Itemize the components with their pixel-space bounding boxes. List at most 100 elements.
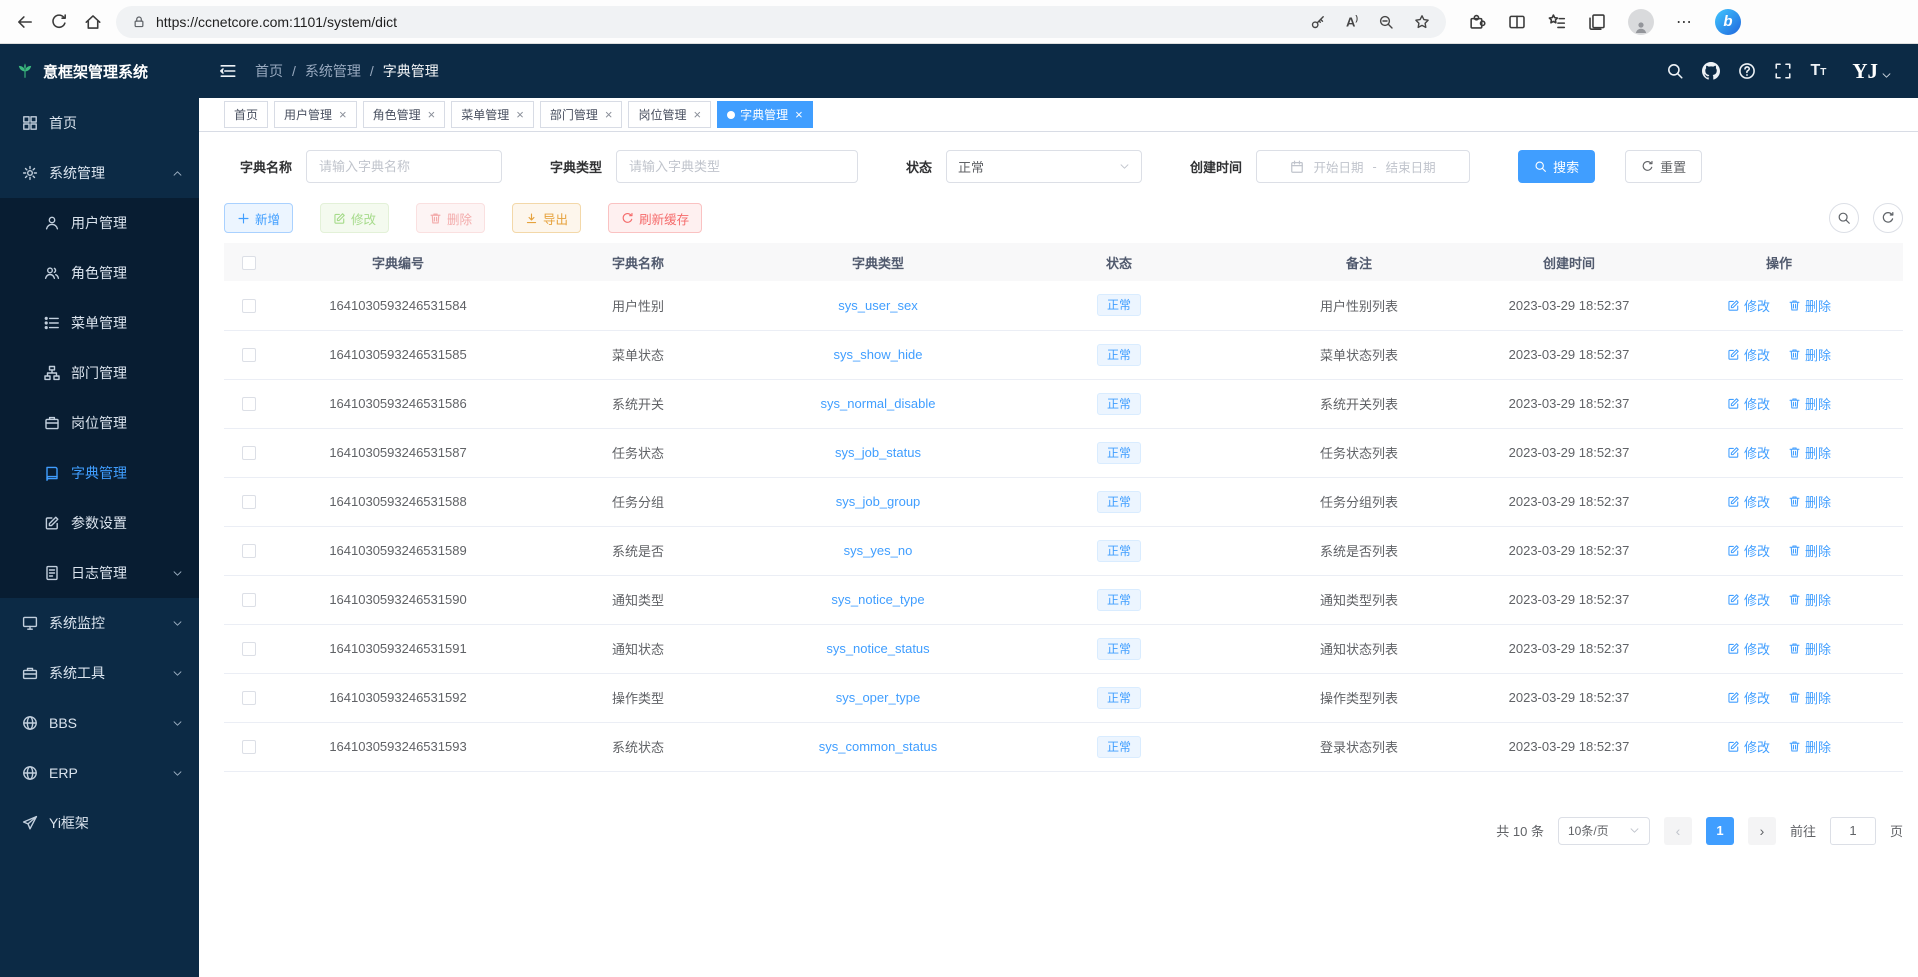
row-edit-button[interactable]: 修改 xyxy=(1727,492,1770,511)
row-edit-button[interactable]: 修改 xyxy=(1727,541,1770,560)
sidebar-item-param-settings[interactable]: 参数设置 xyxy=(0,498,199,548)
tab-menu-mgmt[interactable]: 菜单管理× xyxy=(451,101,534,128)
search-button[interactable]: 搜索 xyxy=(1518,150,1595,183)
status-select[interactable]: 正常 xyxy=(946,150,1142,183)
toggle-search-button[interactable] xyxy=(1829,203,1859,233)
tab-dept-mgmt[interactable]: 部门管理× xyxy=(540,101,623,128)
row-delete-button[interactable]: 删除 xyxy=(1788,296,1831,315)
edit-button[interactable]: 修改 xyxy=(320,203,389,233)
row-delete-button[interactable]: 删除 xyxy=(1788,492,1831,511)
row-checkbox[interactable] xyxy=(242,544,256,558)
home-icon[interactable] xyxy=(76,5,110,39)
goto-page-input[interactable] xyxy=(1830,817,1876,845)
row-delete-button[interactable]: 删除 xyxy=(1788,345,1831,364)
collections-icon[interactable] xyxy=(1588,13,1606,31)
dict-type-input[interactable] xyxy=(616,150,858,183)
add-favorite-icon[interactable] xyxy=(1414,14,1430,30)
help-icon[interactable] xyxy=(1738,62,1756,80)
next-page-button[interactable]: › xyxy=(1748,817,1776,845)
dict-name-input[interactable] xyxy=(306,150,502,183)
sidebar-item-menu-mgmt[interactable]: 菜单管理 xyxy=(0,298,199,348)
close-icon[interactable]: × xyxy=(428,107,436,122)
read-aloud-icon[interactable]: A) xyxy=(1346,14,1358,29)
refresh-cache-button[interactable]: 刷新缓存 xyxy=(608,203,702,233)
github-icon[interactable] xyxy=(1702,62,1720,80)
font-size-icon[interactable]: TT xyxy=(1810,63,1826,79)
close-icon[interactable]: × xyxy=(339,107,347,122)
dict-type-link[interactable]: sys_job_status xyxy=(835,445,921,460)
favorites-bar-icon[interactable] xyxy=(1548,13,1566,31)
fullscreen-icon[interactable] xyxy=(1774,62,1792,80)
row-delete-button[interactable]: 删除 xyxy=(1788,541,1831,560)
row-checkbox[interactable] xyxy=(242,446,256,460)
tab-post-mgmt[interactable]: 岗位管理× xyxy=(628,101,711,128)
user-menu[interactable]: YJ xyxy=(1852,61,1892,82)
sidebar-item-home[interactable]: 首页 xyxy=(0,98,199,148)
row-delete-button[interactable]: 删除 xyxy=(1788,443,1831,462)
close-icon[interactable]: × xyxy=(795,107,803,122)
breadcrumb-home[interactable]: 首页 xyxy=(255,61,283,81)
row-checkbox[interactable] xyxy=(242,642,256,656)
dict-type-link[interactable]: sys_common_status xyxy=(819,739,938,754)
delete-button[interactable]: 删除 xyxy=(416,203,485,233)
row-checkbox[interactable] xyxy=(242,740,256,754)
split-screen-icon[interactable] xyxy=(1508,13,1526,31)
sidebar-item-system-tools[interactable]: 系统工具 xyxy=(0,648,199,698)
sidebar-item-yi-framework[interactable]: Yi框架 xyxy=(0,798,199,848)
dict-type-link[interactable]: sys_oper_type xyxy=(836,690,921,705)
sidebar-item-dept-mgmt[interactable]: 部门管理 xyxy=(0,348,199,398)
sidebar-item-system-monitor[interactable]: 系统监控 xyxy=(0,598,199,648)
sidebar-item-bbs[interactable]: BBS xyxy=(0,698,199,748)
password-key-icon[interactable] xyxy=(1310,14,1326,30)
row-checkbox[interactable] xyxy=(242,691,256,705)
tab-dict-mgmt[interactable]: 字典管理× xyxy=(717,101,813,128)
row-edit-button[interactable]: 修改 xyxy=(1727,443,1770,462)
close-icon[interactable]: × xyxy=(516,107,524,122)
tab-role-mgmt[interactable]: 角色管理× xyxy=(363,101,446,128)
sidebar-toggle-icon[interactable] xyxy=(219,62,237,80)
sidebar-item-system-mgmt[interactable]: 系统管理 xyxy=(0,148,199,198)
row-checkbox[interactable] xyxy=(242,593,256,607)
refresh-icon[interactable] xyxy=(42,5,76,39)
select-all-checkbox[interactable] xyxy=(242,256,256,270)
row-edit-button[interactable]: 修改 xyxy=(1727,590,1770,609)
breadcrumb-system[interactable]: 系统管理 xyxy=(305,61,361,81)
dict-type-link[interactable]: sys_normal_disable xyxy=(821,396,936,411)
back-icon[interactable] xyxy=(8,5,42,39)
row-edit-button[interactable]: 修改 xyxy=(1727,345,1770,364)
close-icon[interactable]: × xyxy=(605,107,613,122)
row-edit-button[interactable]: 修改 xyxy=(1727,688,1770,707)
sidebar-item-post-mgmt[interactable]: 岗位管理 xyxy=(0,398,199,448)
bing-chat-icon[interactable]: b xyxy=(1715,9,1741,35)
dict-type-link[interactable]: sys_yes_no xyxy=(844,543,913,558)
page-1-button[interactable]: 1 xyxy=(1706,817,1734,845)
row-delete-button[interactable]: 删除 xyxy=(1788,688,1831,707)
row-edit-button[interactable]: 修改 xyxy=(1727,394,1770,413)
row-edit-button[interactable]: 修改 xyxy=(1727,639,1770,658)
dict-type-link[interactable]: sys_job_group xyxy=(836,494,921,509)
prev-page-button[interactable]: ‹ xyxy=(1664,817,1692,845)
close-icon[interactable]: × xyxy=(693,107,701,122)
sidebar-item-user-mgmt[interactable]: 用户管理 xyxy=(0,198,199,248)
more-menu-icon[interactable]: ⋯ xyxy=(1676,12,1693,32)
profile-avatar[interactable] xyxy=(1628,9,1654,35)
row-checkbox[interactable] xyxy=(242,495,256,509)
tab-home[interactable]: 首页 xyxy=(224,101,268,128)
search-icon[interactable] xyxy=(1666,62,1684,80)
row-checkbox[interactable] xyxy=(242,397,256,411)
add-button[interactable]: 新增 xyxy=(224,203,293,233)
sidebar-item-dict-mgmt[interactable]: 字典管理 xyxy=(0,448,199,498)
sidebar-item-log-mgmt[interactable]: 日志管理 xyxy=(0,548,199,598)
sidebar-item-erp[interactable]: ERP xyxy=(0,748,199,798)
dict-type-link[interactable]: sys_user_sex xyxy=(838,298,917,313)
export-button[interactable]: 导出 xyxy=(512,203,581,233)
tab-user-mgmt[interactable]: 用户管理× xyxy=(274,101,357,128)
sidebar-item-role-mgmt[interactable]: 角色管理 xyxy=(0,248,199,298)
row-delete-button[interactable]: 删除 xyxy=(1788,394,1831,413)
date-range-picker[interactable]: 开始日期 - 结束日期 xyxy=(1256,150,1470,183)
page-size-select[interactable]: 10条/页 xyxy=(1558,817,1650,845)
row-edit-button[interactable]: 修改 xyxy=(1727,737,1770,756)
dict-type-link[interactable]: sys_notice_type xyxy=(831,592,924,607)
reset-button[interactable]: 重置 xyxy=(1625,150,1702,183)
refresh-table-button[interactable] xyxy=(1873,203,1903,233)
